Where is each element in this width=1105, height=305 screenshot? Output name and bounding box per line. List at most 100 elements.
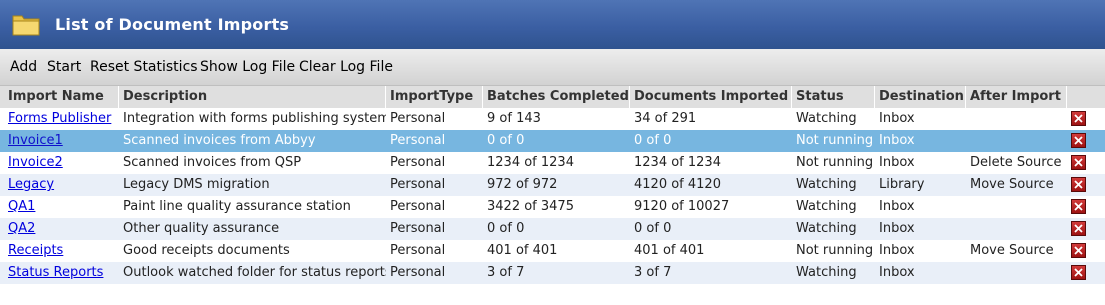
column-header-import-name[interactable]: Import Name xyxy=(4,86,119,108)
import-name-link[interactable]: Legacy xyxy=(8,177,54,192)
import-type-cell: Personal xyxy=(390,221,446,236)
import-name-link[interactable]: Invoice2 xyxy=(8,155,63,170)
show-log-file-button[interactable]: Show Log File xyxy=(200,59,295,75)
documents-imported-cell: 4120 of 4120 xyxy=(634,177,721,192)
status-cell: Watching xyxy=(796,221,857,236)
destination-cell: Inbox xyxy=(879,199,915,214)
after-import-cell: Move Source xyxy=(970,177,1054,192)
destination-cell: Library xyxy=(879,177,925,192)
status-cell: Watching xyxy=(796,265,857,280)
column-header-description[interactable]: Description xyxy=(119,86,386,108)
column-header-documents-imported[interactable]: Documents Imported xyxy=(630,86,792,108)
batches-completed-cell: 0 of 0 xyxy=(487,221,525,236)
batches-completed-cell: 3 of 7 xyxy=(487,265,525,280)
after-import-cell xyxy=(966,108,1067,130)
after-import-cell: Delete Source xyxy=(970,155,1062,170)
reset-statistics-button[interactable]: Reset Statistics xyxy=(90,59,198,75)
table-header: Import Name Description ImportType Batch… xyxy=(0,86,1105,108)
folder-icon xyxy=(12,15,40,36)
after-import-cell xyxy=(966,196,1067,218)
status-cell: Not running xyxy=(796,243,874,258)
delete-import-button[interactable] xyxy=(1071,265,1086,280)
documents-imported-cell: 9120 of 10027 xyxy=(634,199,730,214)
delete-import-button[interactable] xyxy=(1071,155,1086,170)
description-cell: Integration with forms publishing system xyxy=(123,111,386,126)
documents-imported-cell: 34 of 291 xyxy=(634,111,697,126)
batches-completed-cell: 0 of 0 xyxy=(487,133,525,148)
description-cell: Outlook watched folder for status report… xyxy=(123,265,386,280)
import-name-link[interactable]: Receipts xyxy=(8,243,63,258)
delete-import-button[interactable] xyxy=(1071,111,1086,126)
destination-cell: Inbox xyxy=(879,265,915,280)
column-header-destination[interactable]: Destination xyxy=(875,86,966,108)
delete-import-button[interactable] xyxy=(1071,133,1086,148)
table-row[interactable]: Receipts Good receipts documents Personal 4… xyxy=(0,240,1105,262)
column-header-import-type[interactable]: ImportType xyxy=(386,86,483,108)
destination-cell: Inbox xyxy=(879,155,915,170)
destination-cell: Inbox xyxy=(879,221,915,236)
after-import-cell: Move Source xyxy=(970,243,1054,258)
import-name-link[interactable]: Invoice1 xyxy=(8,133,63,148)
import-type-cell: Personal xyxy=(390,265,446,280)
import-type-cell: Personal xyxy=(390,177,446,192)
column-header-batches-completed[interactable]: Batches Completed xyxy=(483,86,630,108)
table-row[interactable]: Status Reports Outlook watched folder for… xyxy=(0,262,1105,284)
close-icon xyxy=(1074,224,1083,233)
import-type-cell: Personal xyxy=(390,199,446,214)
close-icon xyxy=(1074,180,1083,189)
import-type-cell: Personal xyxy=(390,111,446,126)
batches-completed-cell: 972 of 972 xyxy=(487,177,558,192)
after-import-cell xyxy=(966,218,1067,240)
destination-cell: Inbox xyxy=(879,243,915,258)
close-icon xyxy=(1074,114,1083,123)
delete-import-button[interactable] xyxy=(1071,177,1086,192)
import-name-cell: Invoice2 xyxy=(4,152,119,174)
status-cell: Watching xyxy=(796,199,857,214)
batches-completed-cell: 3422 of 3475 xyxy=(487,199,574,214)
description-cell: Scanned invoices from Abbyy xyxy=(123,133,316,148)
destination-cell: Inbox xyxy=(879,133,915,148)
column-header-after-import[interactable]: After Import xyxy=(966,86,1067,108)
table-row[interactable]: Invoice1 Scanned invoices from Abbyy Perso… xyxy=(0,130,1105,152)
import-name-link[interactable]: Forms Publisher xyxy=(8,111,111,126)
table-row[interactable]: Forms Publisher Integration with forms pu… xyxy=(0,108,1105,130)
destination-cell: Inbox xyxy=(879,111,915,126)
table-row[interactable]: QA1 Paint line quality assurance station P… xyxy=(0,196,1105,218)
delete-import-button[interactable] xyxy=(1071,221,1086,236)
table-row[interactable]: QA2 Other quality assurance Personal 0 of 0… xyxy=(0,218,1105,240)
documents-imported-cell: 1234 of 1234 xyxy=(634,155,721,170)
import-name-cell: Status Reports xyxy=(4,262,119,284)
import-name-cell: QA1 xyxy=(4,196,119,218)
add-button[interactable]: Add xyxy=(10,59,37,75)
import-type-cell: Personal xyxy=(390,243,446,258)
import-name-link[interactable]: QA1 xyxy=(8,199,35,214)
table-row[interactable]: Legacy Legacy DMS migration Personal 972 of… xyxy=(0,174,1105,196)
documents-imported-cell: 401 of 401 xyxy=(634,243,705,258)
status-cell: Watching xyxy=(796,177,857,192)
delete-import-button[interactable] xyxy=(1071,243,1086,258)
batches-completed-cell: 1234 of 1234 xyxy=(487,155,574,170)
start-button[interactable]: Start xyxy=(47,59,81,75)
page-title: List of Document Imports xyxy=(55,15,290,34)
documents-imported-cell: 0 of 0 xyxy=(634,221,672,236)
clear-log-file-button[interactable]: Clear Log File xyxy=(299,59,393,75)
description-cell: Good receipts documents xyxy=(123,243,290,258)
after-import-cell xyxy=(966,130,1067,152)
title-bar: List of Document Imports xyxy=(0,0,1105,49)
import-name-link[interactable]: Status Reports xyxy=(8,265,103,280)
after-import-cell xyxy=(966,262,1067,284)
import-name-link[interactable]: QA2 xyxy=(8,221,35,236)
close-icon xyxy=(1074,202,1083,211)
close-icon xyxy=(1074,246,1083,255)
documents-imported-cell: 3 of 7 xyxy=(634,265,672,280)
close-icon xyxy=(1074,158,1083,167)
description-cell: Scanned invoices from QSP xyxy=(123,155,302,170)
table-row[interactable]: Invoice2 Scanned invoices from QSP Persona… xyxy=(0,152,1105,174)
status-cell: Watching xyxy=(796,111,857,126)
import-name-cell: Invoice1 xyxy=(4,130,119,152)
column-header-status[interactable]: Status xyxy=(792,86,875,108)
import-name-cell: Forms Publisher xyxy=(4,108,119,130)
status-cell: Not running xyxy=(796,133,874,148)
batches-completed-cell: 401 of 401 xyxy=(487,243,558,258)
delete-import-button[interactable] xyxy=(1071,199,1086,214)
